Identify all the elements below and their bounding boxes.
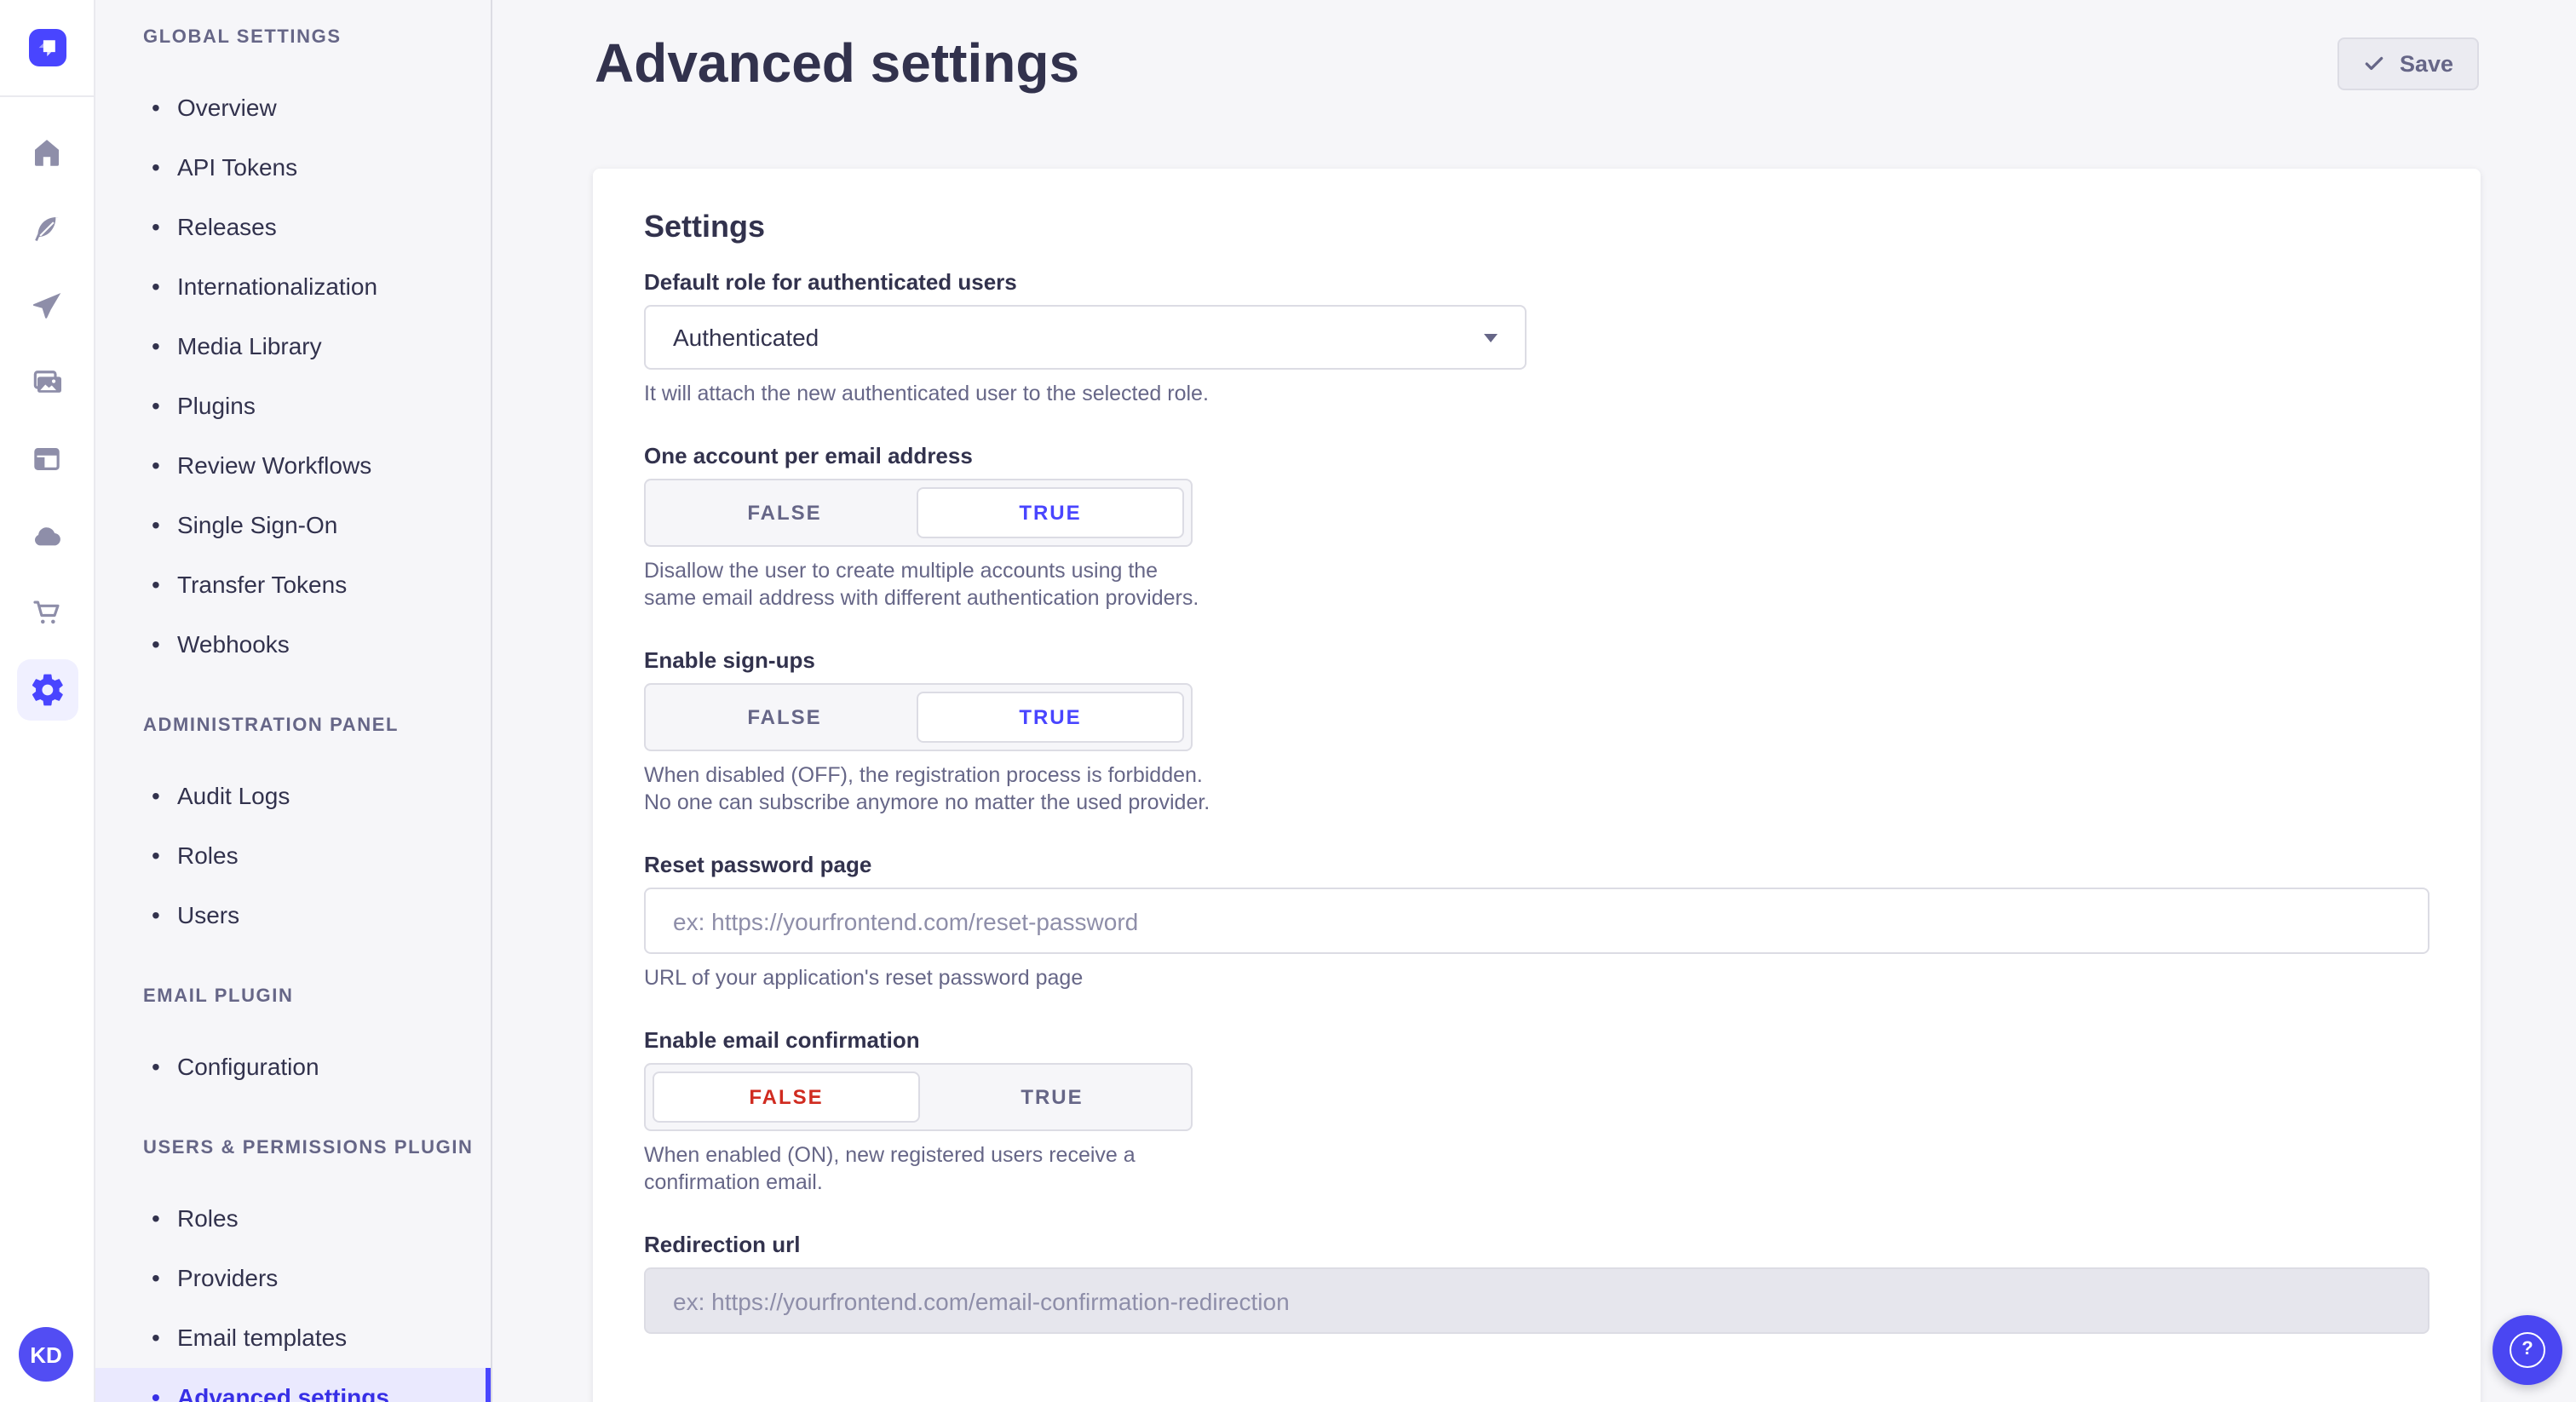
rail-icon-list (0, 114, 94, 727)
card-heading: Settings (644, 210, 2429, 244)
user-avatar[interactable]: KD (19, 1327, 73, 1382)
feather-icon[interactable] (0, 191, 94, 267)
sidebar-item-audit-logs[interactable]: Audit Logs (95, 767, 491, 826)
toggle-true-option[interactable]: TRUE (920, 1072, 1184, 1123)
save-button[interactable]: Save (2338, 37, 2479, 90)
nav-section-list: RolesProvidersEmail templatesAdvanced se… (95, 1189, 491, 1402)
toggle-false-option[interactable]: FALSE (653, 487, 917, 538)
enable-signups-toggle: FALSE TRUE (644, 683, 1193, 751)
nav-section-list: Audit LogsRolesUsers (95, 767, 491, 945)
sidebar-item-configuration[interactable]: Configuration (95, 1037, 491, 1097)
toggle-false-option[interactable]: FALSE (653, 1072, 920, 1123)
reset-password-input[interactable] (644, 888, 2429, 954)
settings-card: Settings Default role for authenticated … (593, 169, 2481, 1402)
sidebar-item-releases[interactable]: Releases (95, 198, 491, 257)
main-content: Advanced settings Save Settings Default … (492, 0, 2576, 1402)
check-icon (2364, 53, 2386, 75)
paper-plane-icon[interactable] (0, 267, 94, 344)
one-account-label: One account per email address (644, 445, 2429, 468)
sidebar-item-api-tokens[interactable]: API Tokens (95, 138, 491, 198)
one-account-toggle: FALSE TRUE (644, 479, 1193, 547)
sidebar-item-advanced-settings[interactable]: Advanced settings (95, 1368, 491, 1402)
enable-signups-hint: When disabled (OFF), the registration pr… (644, 761, 1215, 816)
sidebar-item-review-workflows[interactable]: Review Workflows (95, 436, 491, 496)
settings-gear-icon[interactable] (0, 651, 94, 727)
home-icon[interactable] (0, 114, 94, 191)
nav-section-title: USERS & PERMISSIONS PLUGIN (95, 1138, 491, 1158)
email-confirmation-hint: When enabled (ON), new registered users … (644, 1141, 1215, 1196)
sidebar-item-internationalization[interactable]: Internationalization (95, 257, 491, 317)
reset-password-label: Reset password page (644, 853, 2429, 877)
nav-section-title: GLOBAL SETTINGS (95, 27, 491, 48)
redirection-url-label: Redirection url (644, 1233, 2429, 1257)
question-mark-icon: ? (2510, 1332, 2545, 1368)
marketplace-cart-icon[interactable] (0, 574, 94, 651)
enable-signups-label: Enable sign-ups (644, 649, 2429, 673)
layout-icon[interactable] (0, 421, 94, 497)
default-role-label: Default role for authenticated users (644, 271, 2429, 295)
sidebar-item-transfer-tokens[interactable]: Transfer Tokens (95, 555, 491, 615)
enable-signups-field: Enable sign-ups FALSE TRUE When disabled… (644, 649, 2429, 816)
redirection-url-input (644, 1267, 2429, 1334)
sidebar-item-overview[interactable]: Overview (95, 78, 491, 138)
default-role-field: Default role for authenticated users Aut… (644, 271, 2429, 407)
app-window: KD GLOBAL SETTINGS OverviewAPI TokensRele… (0, 0, 2576, 1402)
page-title: Advanced settings (595, 34, 1079, 92)
sidebar-item-media-library[interactable]: Media Library (95, 317, 491, 376)
nav-section-list: Configuration (95, 1037, 491, 1097)
help-button[interactable]: ? (2493, 1315, 2562, 1385)
save-button-label: Save (2400, 51, 2453, 77)
reset-password-hint: URL of your application's reset password… (644, 964, 2429, 991)
toggle-true-option[interactable]: TRUE (917, 487, 1184, 538)
email-confirmation-field: Enable email confirmation FALSE TRUE Whe… (644, 1029, 2429, 1196)
sidebar-item-email-templates[interactable]: Email templates (95, 1308, 491, 1368)
active-rail-highlight (16, 658, 78, 720)
media-library-icon[interactable] (0, 344, 94, 421)
reset-password-field: Reset password page URL of your applicat… (644, 853, 2429, 991)
one-account-hint: Disallow the user to create multiple acc… (644, 557, 1215, 612)
nav-section-title: EMAIL PLUGIN (95, 986, 491, 1007)
nav-section-list: OverviewAPI TokensReleasesInternationali… (95, 78, 491, 675)
main-nav-rail: KD (0, 0, 95, 1402)
sidebar-item-roles[interactable]: Roles (95, 826, 491, 886)
email-confirmation-label: Enable email confirmation (644, 1029, 2429, 1053)
toggle-false-option[interactable]: FALSE (653, 692, 917, 743)
sidebar-item-plugins[interactable]: Plugins (95, 376, 491, 436)
default-role-hint: It will attach the new authenticated use… (644, 380, 2429, 407)
strapi-logo[interactable] (28, 29, 66, 66)
sidebar-item-single-sign-on[interactable]: Single Sign-On (95, 496, 491, 555)
sidebar-item-users[interactable]: Users (95, 886, 491, 945)
toggle-true-option[interactable]: TRUE (917, 692, 1184, 743)
settings-nav: GLOBAL SETTINGS OverviewAPI TokensRelease… (95, 0, 492, 1402)
sidebar-item-roles[interactable]: Roles (95, 1189, 491, 1249)
one-account-field: One account per email address FALSE TRUE… (644, 445, 2429, 612)
chevron-down-icon (1484, 333, 1498, 342)
redirection-url-field: Redirection url (644, 1233, 2429, 1334)
cloud-icon[interactable] (0, 497, 94, 574)
default-role-select[interactable]: Authenticated (644, 305, 1527, 370)
sidebar-item-webhooks[interactable]: Webhooks (95, 615, 491, 675)
nav-section-title: ADMINISTRATION PANEL (95, 715, 491, 736)
default-role-value: Authenticated (673, 324, 819, 351)
sidebar-item-providers[interactable]: Providers (95, 1249, 491, 1308)
email-confirmation-toggle: FALSE TRUE (644, 1063, 1193, 1131)
logo-area (0, 0, 94, 97)
